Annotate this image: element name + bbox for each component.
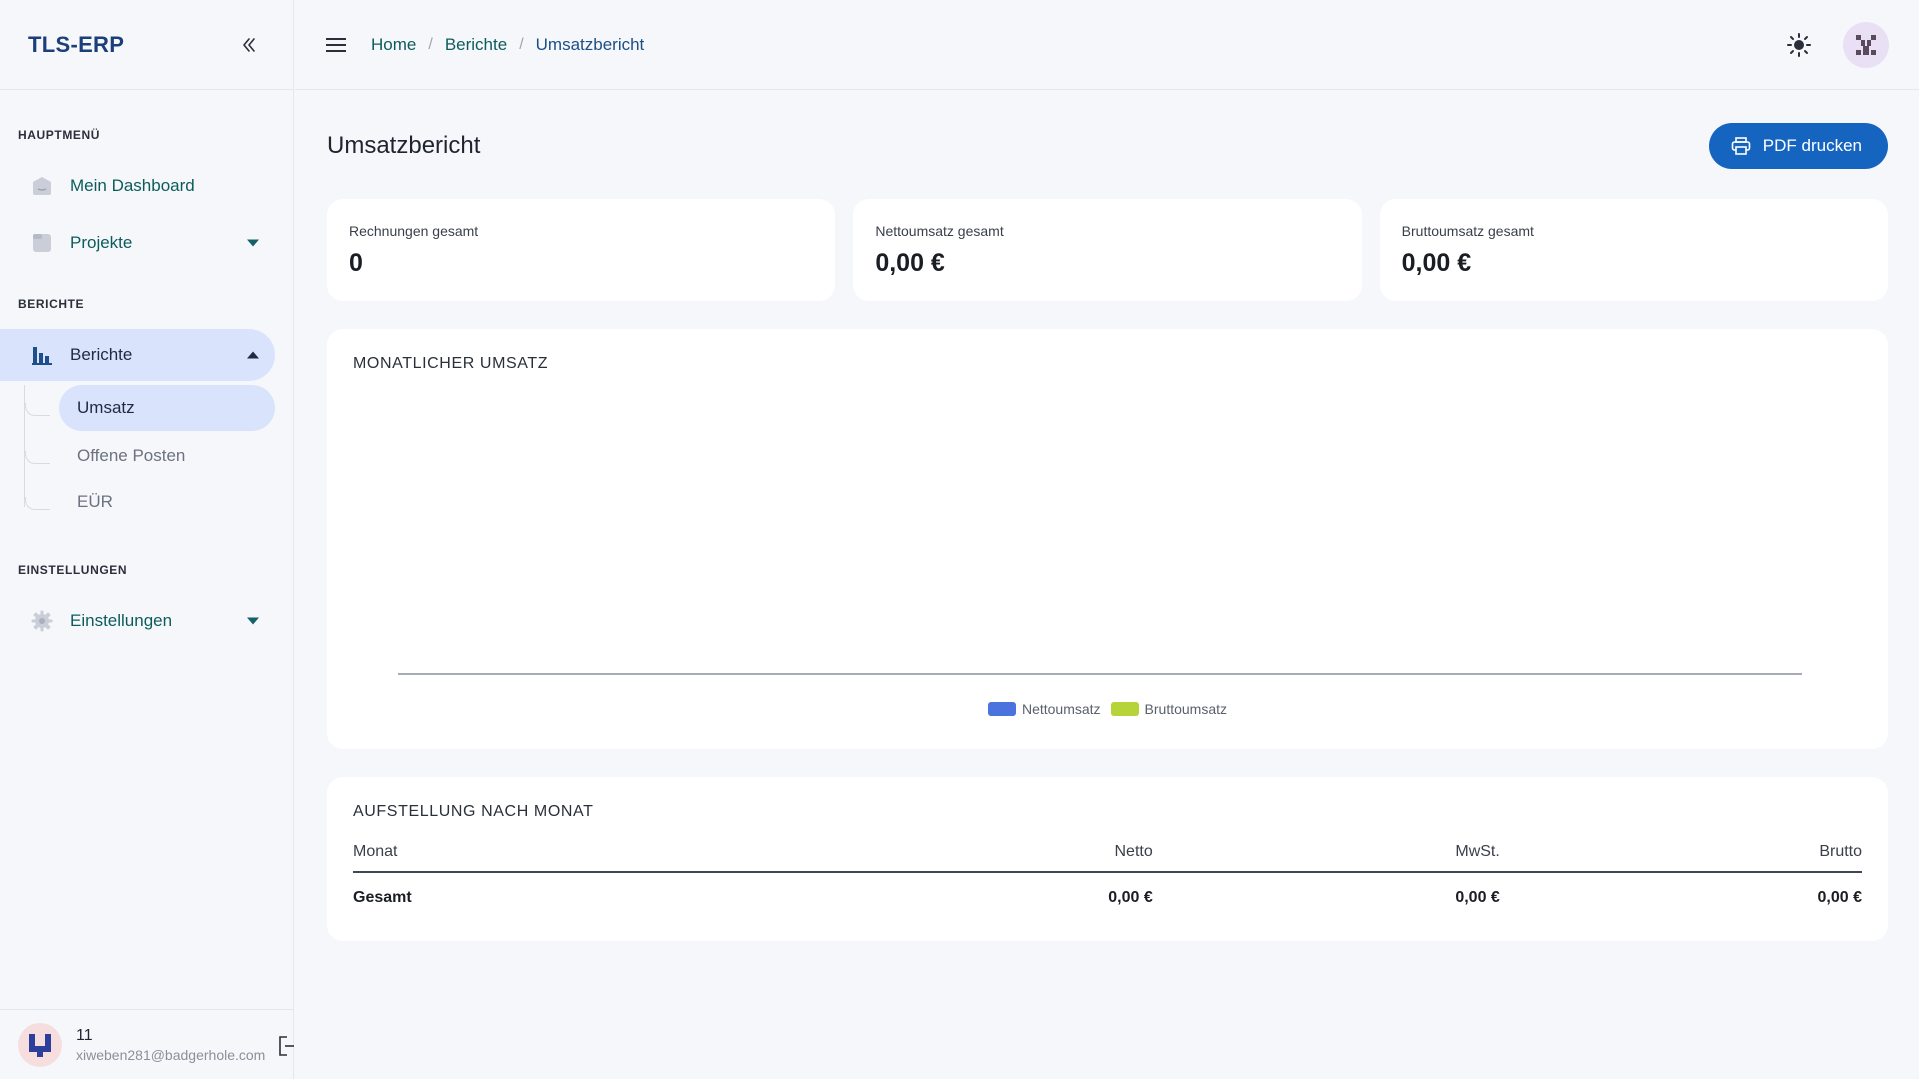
section-title-reports: BERICHTE — [18, 297, 85, 311]
brand-row: TLS-ERP — [0, 0, 293, 90]
table-title: AUFSTELLUNG NACH MONAT — [353, 803, 594, 820]
stat-value: 0,00 € — [1401, 249, 1472, 277]
sidebar-subitem-offene-posten[interactable]: Offene Posten — [25, 433, 275, 479]
monthly-revenue-chart — [398, 673, 1802, 675]
legend-item-gross[interactable]: Bruttoumsatz — [1110, 701, 1228, 717]
menu-toggle-button[interactable] — [323, 32, 349, 58]
table-header-row: Monat Netto MwSt. Brutto — [353, 843, 1862, 873]
stat-card-net: Nettoumsatz gesamt 0,00 € — [853, 199, 1362, 301]
avatar[interactable] — [1843, 22, 1889, 68]
sun-icon — [1787, 33, 1811, 57]
breadcrumb-berichte[interactable]: Berichte — [445, 35, 507, 55]
table-row-total: Gesamt 0,00 € 0,00 € 0,00 € — [353, 872, 1862, 907]
stat-value: 0,00 € — [875, 249, 945, 277]
monthly-revenue-card: MONATLICHER UMSATZ Nettoumsatz Bruttoums… — [327, 329, 1888, 749]
chart-legend: Nettoumsatz Bruttoumsatz — [327, 701, 1888, 717]
hamburger-icon — [326, 37, 346, 52]
total-label: Gesamt — [353, 889, 412, 906]
reports-submenu: Umsatz Offene Posten EÜR — [24, 385, 293, 525]
chevron-down-icon — [247, 239, 259, 247]
sidebar-item-dashboard[interactable]: Mein Dashboard — [0, 160, 275, 212]
column-header-net[interactable]: Netto — [881, 843, 1153, 873]
sidebar-item-einstellungen[interactable]: Einstellungen — [0, 595, 275, 647]
sidebar-subitem-umsatz[interactable]: Umsatz — [25, 385, 275, 431]
breadcrumb: Home / Berichte / Umsatzbericht — [371, 35, 644, 55]
breadcrumb-separator: / — [519, 35, 524, 53]
legend-label: Bruttoumsatz — [1144, 701, 1228, 717]
brand-logo[interactable]: TLS-ERP — [28, 32, 124, 58]
main-content: Umsatzbericht PDF drucken Rechnungen ges… — [327, 91, 1888, 941]
logout-icon[interactable] — [278, 1034, 294, 1063]
sidebar: TLS-ERP HAUPTMENÜ Mein Dashboard Projekt… — [0, 0, 294, 1079]
bar-chart-icon — [30, 343, 54, 367]
chevron-up-icon — [247, 351, 259, 359]
total-gross: 0,00 € — [1817, 889, 1862, 906]
stat-value: 0 — [349, 249, 363, 277]
printer-icon — [1731, 137, 1751, 155]
legend-swatch-net — [987, 702, 1016, 716]
legend-label: Nettoumsatz — [1021, 701, 1101, 717]
section-title-settings: EINSTELLUNGEN — [18, 563, 128, 577]
total-net: 0,00 € — [1108, 889, 1153, 906]
topbar: Home / Berichte / Umsatzbericht — [295, 0, 1919, 90]
stats-row: Rechnungen gesamt 0 Nettoumsatz gesamt 0… — [327, 199, 1888, 301]
section-title-main: HAUPTMENÜ — [18, 128, 101, 142]
monthly-breakdown-card: AUFSTELLUNG NACH MONAT Monat Netto MwSt.… — [327, 777, 1888, 941]
collapse-sidebar-button[interactable] — [235, 31, 263, 59]
chevron-down-icon — [247, 617, 259, 625]
breadcrumb-home[interactable]: Home — [371, 35, 416, 55]
double-chevron-left-icon — [243, 37, 255, 52]
column-header-gross[interactable]: Brutto — [1499, 843, 1862, 873]
sidebar-item-label: Projekte — [70, 233, 133, 252]
breadcrumb-current: Umsatzbericht — [535, 34, 645, 54]
total-vat: 0,00 € — [1455, 889, 1500, 906]
page-title: Umsatzbericht — [327, 132, 481, 159]
stat-label: Rechnungen gesamt — [349, 223, 479, 239]
breakdown-table: Monat Netto MwSt. Brutto Gesamt 0,00 € 0… — [353, 843, 1862, 907]
topbar-actions — [1781, 22, 1889, 68]
avatar[interactable] — [18, 1022, 62, 1067]
sidebar-item-label: Mein Dashboard — [70, 176, 195, 195]
stat-label: Nettoumsatz gesamt — [875, 223, 1004, 239]
user-profile: 11 xiweben281@badgerhole.com — [0, 1009, 294, 1079]
column-header-vat[interactable]: MwSt. — [1152, 843, 1500, 873]
sidebar-subitem-eur[interactable]: EÜR — [25, 479, 275, 525]
dashboard-icon — [30, 174, 54, 198]
stat-card-gross: Bruttoumsatz gesamt 0,00 € — [1379, 199, 1888, 301]
sidebar-item-projekte[interactable]: Projekte — [0, 217, 275, 269]
legend-swatch-gross — [1110, 702, 1139, 716]
print-pdf-button[interactable]: PDF drucken — [1708, 123, 1888, 169]
column-header-month[interactable]: Monat — [353, 843, 882, 873]
sidebar-item-berichte[interactable]: Berichte — [0, 329, 275, 381]
page-header: Umsatzbericht PDF drucken — [327, 91, 1888, 201]
folder-icon — [30, 231, 54, 255]
user-name: 11 — [76, 1026, 93, 1044]
breadcrumb-separator: / — [428, 35, 433, 53]
sidebar-item-label: Einstellungen — [70, 611, 173, 630]
print-pdf-label: PDF drucken — [1762, 136, 1862, 155]
sidebar-item-label: Berichte — [70, 345, 133, 364]
gear-icon — [30, 609, 54, 633]
legend-item-net[interactable]: Nettoumsatz — [987, 701, 1101, 717]
user-email: xiweben281@badgerhole.com — [76, 1046, 266, 1063]
stat-label: Bruttoumsatz gesamt — [1401, 223, 1534, 239]
theme-toggle-button[interactable] — [1781, 27, 1817, 63]
stat-card-invoices: Rechnungen gesamt 0 — [327, 199, 836, 301]
